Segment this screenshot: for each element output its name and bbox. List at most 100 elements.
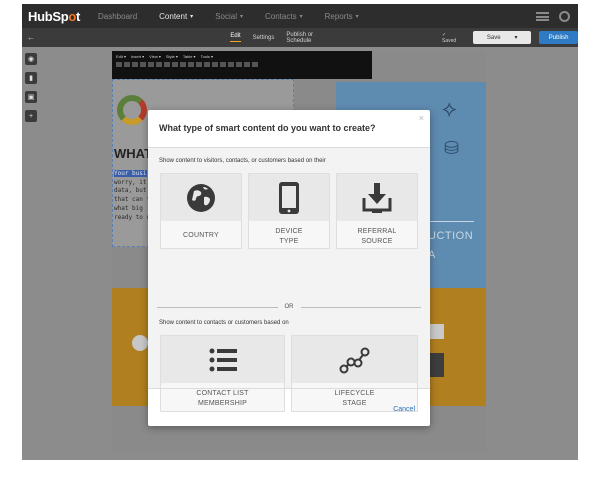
chart-icon[interactable]: ▮	[25, 72, 37, 84]
redo-icon[interactable]	[124, 62, 130, 67]
chevron-down-icon: ▾	[355, 13, 359, 20]
publish-button[interactable]: Publish	[539, 31, 578, 44]
rte-menu-view[interactable]: View ▾	[149, 54, 161, 59]
card-label-2: MEMBERSHIP	[197, 400, 248, 407]
nav-item-reports[interactable]: Reports ▾	[325, 12, 359, 21]
hubspot-logo[interactable]: HubSpot	[28, 9, 98, 24]
tab-edit[interactable]: Edit	[230, 33, 241, 42]
divider	[148, 388, 430, 389]
indent-icon[interactable]	[188, 62, 194, 67]
hamburger-icon[interactable]	[536, 11, 549, 21]
number-list-icon[interactable]	[180, 62, 186, 67]
nav-item-content[interactable]: Content ▾	[159, 12, 193, 21]
list-icon	[209, 348, 237, 371]
modal-title: What type of smart content do you want t…	[159, 123, 376, 133]
card-label: CONTACT LIST	[196, 390, 249, 397]
rte-menu-table[interactable]: Table ▾	[183, 54, 196, 59]
option-card-device-type[interactable]: DEVICE TYPE	[248, 173, 330, 249]
rte-menu-edit[interactable]: Edit ▾	[116, 54, 126, 59]
align-center-icon[interactable]	[156, 62, 162, 67]
source-code-icon[interactable]	[252, 62, 258, 67]
save-button[interactable]: Save ▾	[473, 31, 532, 44]
nav-label: Social	[215, 11, 237, 21]
selected-text: Your busi	[114, 170, 147, 177]
rte-format-buttons	[112, 62, 372, 67]
download-tray-icon	[362, 182, 392, 213]
outdent-icon[interactable]	[196, 62, 202, 67]
rte-menu-tools[interactable]: Tools ▾	[201, 54, 213, 59]
lifecycle-stages-icon	[339, 347, 369, 373]
link-icon[interactable]	[220, 62, 226, 67]
back-arrow-icon[interactable]: ←	[27, 33, 230, 42]
tab-settings[interactable]: Settings	[253, 35, 275, 41]
logo-sprocket-icon: o	[68, 8, 77, 24]
card-icon-area	[161, 174, 241, 221]
logo-text: HubSp	[28, 8, 69, 24]
facebook-icon	[132, 335, 148, 351]
option-card-lifecycle-stage[interactable]: LIFECYCLE STAGE	[291, 335, 418, 412]
undo-icon[interactable]	[116, 62, 122, 67]
top-nav: HubSpot Dashboard Content ▾ Social ▾ Conta…	[22, 4, 578, 28]
nav-label: Dashboard	[98, 11, 138, 21]
chevron-down-icon: ▾	[299, 13, 303, 20]
nav-item-contacts[interactable]: Contacts ▾	[265, 12, 303, 21]
close-icon[interactable]: ×	[419, 113, 424, 123]
image-icon[interactable]	[228, 62, 234, 67]
card-label: LIFECYCLE	[334, 390, 375, 397]
rich-text-toolbar: Edit ▾ Insert ▾ View ▾ Style ▾ Table ▾ T…	[112, 51, 372, 79]
nav-label: Contacts	[265, 11, 297, 21]
or-divider: OR	[157, 302, 421, 312]
module-heading: WHAT	[114, 146, 153, 161]
nav-item-social[interactable]: Social ▾	[215, 12, 243, 21]
logo-text-end: t	[76, 8, 81, 24]
google-logo-icon	[117, 95, 147, 125]
cancel-button[interactable]: Cancel	[393, 406, 415, 413]
italic-icon[interactable]	[140, 62, 146, 67]
rte-menu-style[interactable]: Style ▾	[166, 54, 178, 59]
save-label: Save	[486, 34, 501, 41]
nav-label: Content	[159, 11, 188, 21]
mobile-device-icon	[279, 181, 299, 214]
module-icon[interactable]: ▣	[25, 91, 37, 103]
user-icon[interactable]	[559, 10, 570, 22]
bold-icon[interactable]	[132, 62, 138, 67]
option-card-referral-source[interactable]: REFERRAL SOURCE	[336, 173, 418, 249]
card-icon-area	[249, 174, 329, 221]
card-icon-area	[161, 336, 284, 383]
card-icon-area	[337, 174, 417, 221]
option-card-contact-list-membership[interactable]: CONTACT LIST MEMBERSHIP	[160, 335, 285, 412]
divider-line	[157, 306, 278, 308]
bg-color-icon[interactable]	[212, 62, 218, 67]
saved-status: ✓ Saved	[442, 31, 457, 44]
modal-body: Show content to visitors, contacts, or c…	[148, 148, 430, 412]
section-label-visitors: Show content to visitors, contacts, or c…	[159, 158, 326, 164]
chevron-down-icon: ▾	[239, 13, 243, 20]
bullet-list-icon[interactable]	[172, 62, 178, 67]
editor-bar: ← Edit Settings Publish or Schedule ✓ Sa…	[22, 28, 578, 47]
or-text: OR	[284, 304, 294, 310]
chevron-down-icon[interactable]: ▾	[515, 34, 518, 41]
nav-label: Reports	[324, 11, 353, 21]
table-icon[interactable]	[244, 62, 250, 67]
rte-menu-insert[interactable]: Insert ▾	[131, 54, 144, 59]
card-label: COUNTRY	[183, 232, 219, 239]
tab-publish-or-schedule[interactable]: Publish or Schedule	[286, 32, 338, 44]
add-icon[interactable]: +	[25, 110, 37, 122]
eye-icon[interactable]: ◉	[25, 53, 37, 65]
nav-item-dashboard[interactable]: Dashboard	[98, 12, 137, 21]
panel-text: UCTION	[428, 230, 474, 242]
video-icon[interactable]	[236, 62, 242, 67]
card-label-2: TYPE	[279, 238, 299, 245]
align-left-icon[interactable]	[148, 62, 154, 67]
align-right-icon[interactable]	[164, 62, 170, 67]
section-label-contacts: Show content to contacts or customers ba…	[159, 320, 289, 326]
option-card-country[interactable]: COUNTRY	[160, 173, 242, 249]
text-color-icon[interactable]	[204, 62, 210, 67]
card-icon-area	[292, 336, 417, 383]
card-label: DEVICE	[275, 228, 303, 235]
dark-block	[430, 353, 444, 377]
database-icon: ⛁	[444, 138, 460, 158]
globe-icon	[187, 183, 215, 212]
chevron-down-icon: ▾	[190, 13, 194, 20]
card-label-2: SOURCE	[361, 238, 393, 245]
